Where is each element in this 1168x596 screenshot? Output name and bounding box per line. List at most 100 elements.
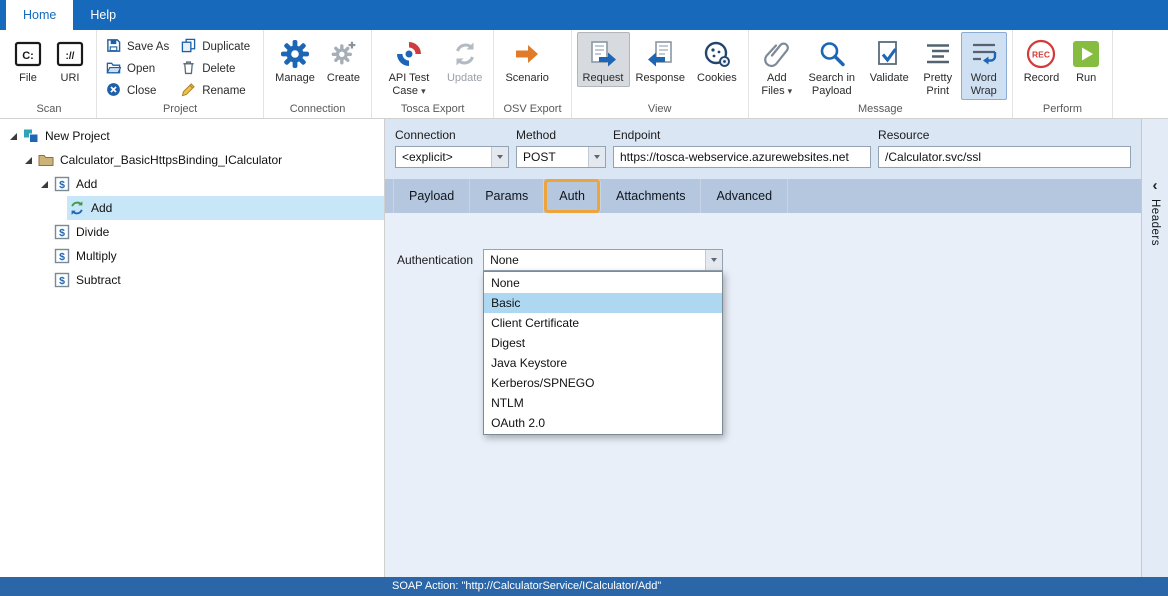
file-button[interactable]: C: File xyxy=(7,32,49,87)
pencil-icon xyxy=(181,82,196,100)
ribbon-group-message: Add Files Search in Payload Validate xyxy=(749,30,1013,118)
method-icon: $ xyxy=(52,176,71,192)
duplicate-button[interactable]: Duplicate xyxy=(177,37,258,57)
auth-option-ntlm[interactable]: NTLM xyxy=(484,393,722,413)
request-button[interactable]: Request xyxy=(577,32,630,87)
group-label-view: View xyxy=(577,102,743,118)
auth-option-java-keystore[interactable]: Java Keystore xyxy=(484,353,722,373)
request-arrow-icon xyxy=(589,37,617,70)
method-select[interactable]: POST xyxy=(516,146,606,168)
dropdown-caret-icon xyxy=(421,85,426,97)
refresh-icon xyxy=(67,200,86,216)
manage-button[interactable]: Manage xyxy=(269,32,321,87)
cookies-button[interactable]: Cookies xyxy=(691,32,743,87)
expand-triangle-icon[interactable] xyxy=(37,181,52,188)
ribbon-group-scan: C: File :// URI Scan xyxy=(2,30,97,118)
chevron-down-icon[interactable] xyxy=(491,147,508,167)
tree-item-add-operation[interactable]: Add xyxy=(0,196,384,220)
trash-icon xyxy=(181,60,196,78)
ribbon: C: File :// URI Scan Save A xyxy=(0,30,1168,119)
word-wrap-button[interactable]: Word Wrap xyxy=(961,32,1007,100)
tree-item-calculator-service[interactable]: Calculator_BasicHttpsBinding_ICalculator xyxy=(0,148,384,172)
svg-text:$: $ xyxy=(59,251,65,263)
gear-plus-icon xyxy=(330,37,357,70)
tree-item-subtract[interactable]: $ Subtract xyxy=(0,268,384,292)
endpoint-label: Endpoint xyxy=(613,128,871,142)
delete-button[interactable]: Delete xyxy=(177,59,258,79)
connection-select[interactable]: <explicit> xyxy=(395,146,509,168)
auth-option-client-certificate[interactable]: Client Certificate xyxy=(484,313,722,333)
uri-button[interactable]: :// URI xyxy=(49,32,91,87)
cookie-icon xyxy=(703,37,731,70)
update-button[interactable]: Update xyxy=(441,32,488,87)
record-button[interactable]: REC Record xyxy=(1018,32,1065,87)
resource-input[interactable] xyxy=(878,146,1131,168)
auth-option-none[interactable]: None xyxy=(484,273,722,293)
tab-payload[interactable]: Payload xyxy=(393,179,470,213)
save-as-button[interactable]: Save As xyxy=(102,37,177,57)
open-button[interactable]: Open xyxy=(102,59,177,79)
api-scan-window: Home Help C: File :// URI Scan xyxy=(0,0,1168,596)
ribbon-group-connection: Manage Create Connection xyxy=(264,30,372,118)
ribbon-group-osv-export: Scenario OSV Export xyxy=(494,30,571,118)
scenario-button[interactable]: Scenario xyxy=(499,32,554,87)
duplicate-icon xyxy=(181,38,196,56)
tab-params[interactable]: Params xyxy=(470,179,544,213)
menu-tab-help[interactable]: Help xyxy=(73,0,133,30)
group-label-osv-export: OSV Export xyxy=(499,102,565,118)
tab-auth[interactable]: Auth xyxy=(544,179,601,213)
tree-item-add[interactable]: $ Add xyxy=(0,172,384,196)
tree-item-multiply[interactable]: $ Multiply xyxy=(0,244,384,268)
search-in-payload-button[interactable]: Search in Payload xyxy=(800,32,864,100)
expand-triangle-icon[interactable] xyxy=(21,157,36,164)
validate-check-icon xyxy=(876,37,902,70)
magnifier-icon xyxy=(818,37,846,70)
request-tabstrip: Payload Params Auth Attachments Advanced xyxy=(385,179,1141,213)
auth-option-digest[interactable]: Digest xyxy=(484,333,722,353)
endpoint-input[interactable] xyxy=(613,146,871,168)
create-button[interactable]: Create xyxy=(321,32,366,87)
pretty-print-button[interactable]: Pretty Print xyxy=(915,32,961,100)
collapse-chevron-icon[interactable] xyxy=(1153,179,1158,193)
auth-option-oauth2[interactable]: OAuth 2.0 xyxy=(484,413,722,433)
request-panel: Connection <explicit> Method POST Endpoi… xyxy=(385,119,1141,577)
run-button[interactable]: Run xyxy=(1065,32,1107,87)
record-icon: REC xyxy=(1026,37,1056,70)
tree-item-divide[interactable]: $ Divide xyxy=(0,220,384,244)
response-arrow-icon xyxy=(646,37,674,70)
expand-triangle-icon[interactable] xyxy=(6,133,21,140)
api-test-case-button[interactable]: API Test Case xyxy=(377,32,441,100)
tab-attachments[interactable]: Attachments xyxy=(601,179,701,213)
group-label-perform: Perform xyxy=(1018,102,1107,118)
word-wrap-icon xyxy=(970,37,998,70)
headers-side-panel[interactable]: Headers xyxy=(1141,119,1168,577)
validate-button[interactable]: Validate xyxy=(864,32,915,87)
project-icon xyxy=(21,128,40,144)
pretty-print-lines-icon xyxy=(924,37,952,70)
ribbon-group-project: Save As Open Close Duplicate xyxy=(97,30,264,118)
response-button[interactable]: Response xyxy=(630,32,692,87)
rename-button[interactable]: Rename xyxy=(177,81,258,101)
ribbon-group-view: Request Response Cookies View xyxy=(572,30,749,118)
headers-panel-label[interactable]: Headers xyxy=(1149,199,1161,246)
authentication-select[interactable]: None xyxy=(483,249,723,271)
file-icon: C: xyxy=(14,37,42,70)
group-label-scan: Scan xyxy=(7,102,91,118)
close-button[interactable]: Close xyxy=(102,81,177,101)
chevron-down-icon[interactable] xyxy=(588,147,605,167)
paperclip-icon xyxy=(764,37,790,70)
authentication-dropdown-list: None Basic Client Certificate Digest Jav… xyxy=(483,271,723,435)
chevron-down-icon[interactable] xyxy=(705,250,722,270)
auth-option-kerberos-spnego[interactable]: Kerberos/SPNEGO xyxy=(484,373,722,393)
auth-option-basic[interactable]: Basic xyxy=(484,293,722,313)
auth-tab-content: Authentication None None Basic Client Ce… xyxy=(385,213,1141,577)
ribbon-group-tosca-export: API Test Case Update Tosca Export xyxy=(372,30,494,118)
svg-text:$: $ xyxy=(59,275,65,287)
add-files-button[interactable]: Add Files xyxy=(754,32,800,100)
tree-item-new-project[interactable]: New Project xyxy=(0,124,384,148)
group-label-project: Project xyxy=(102,102,258,118)
menu-tab-home[interactable]: Home xyxy=(6,0,73,30)
method-icon: $ xyxy=(52,248,71,264)
tab-advanced[interactable]: Advanced xyxy=(701,179,788,213)
tosca-logo-icon xyxy=(395,37,423,70)
